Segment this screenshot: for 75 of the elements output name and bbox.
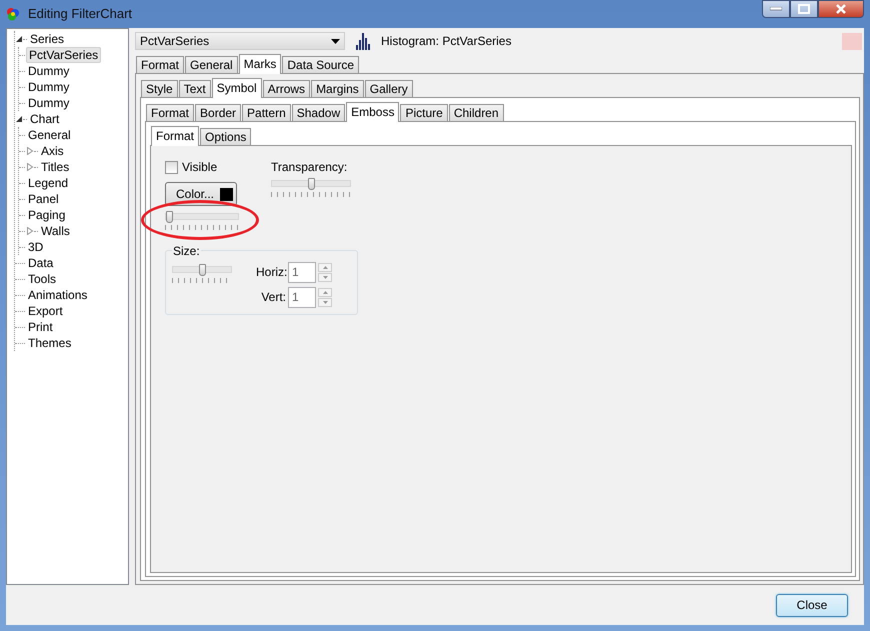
vert-field[interactable]: 1 <box>288 286 316 308</box>
tree-item[interactable]: Data <box>26 256 56 270</box>
tree-item[interactable]: Animations <box>26 288 90 302</box>
transparency-label: Transparency: <box>271 160 348 174</box>
tab[interactable]: General <box>185 56 238 73</box>
tab[interactable]: Arrows <box>262 80 310 97</box>
close-button[interactable]: Close <box>776 594 848 616</box>
tree-item[interactable]: Panel <box>26 192 61 206</box>
tab[interactable]: Gallery <box>364 80 413 97</box>
tree-item[interactable]: Titles <box>39 160 72 174</box>
expand-icon[interactable] <box>26 227 34 235</box>
collapse-icon[interactable] <box>15 35 23 43</box>
collapse-icon[interactable] <box>15 115 23 123</box>
tab[interactable]: Style <box>141 80 178 97</box>
expand-icon[interactable] <box>26 147 34 155</box>
tab[interactable]: Emboss <box>346 102 400 122</box>
tab[interactable]: Picture <box>400 104 448 121</box>
slider-thumb[interactable] <box>308 178 315 190</box>
tab[interactable]: Shadow <box>292 104 346 121</box>
size-label: Size: <box>172 244 201 258</box>
vert-label: Vert: <box>260 290 286 304</box>
tab[interactable]: Symbol <box>212 78 262 98</box>
horiz-field[interactable]: 1 <box>288 262 316 283</box>
close-icon <box>835 4 847 14</box>
tree-item[interactable]: Dummy <box>26 96 72 110</box>
tree-item[interactable]: Export <box>26 304 65 318</box>
tree-item[interactable]: Axis <box>39 144 66 158</box>
color-slider[interactable] <box>165 213 239 220</box>
tree-item[interactable]: Walls <box>39 224 72 238</box>
tab[interactable]: Border <box>195 104 242 121</box>
close-window-button[interactable] <box>818 0 864 18</box>
tree-item[interactable]: PctVarSeries <box>26 46 102 64</box>
tree-item[interactable]: Legend <box>26 176 70 190</box>
visible-checkbox[interactable] <box>165 160 178 174</box>
tab[interactable]: Marks <box>238 54 282 74</box>
horiz-label: Horiz: <box>256 265 286 280</box>
tree-item[interactable]: Paging <box>26 208 68 222</box>
tree-item[interactable]: Print <box>26 320 55 334</box>
tab[interactable]: Format <box>136 56 184 73</box>
dropdown-caret-icon <box>331 38 340 44</box>
tab[interactable]: Format <box>146 104 194 121</box>
tab[interactable]: Options <box>200 128 252 145</box>
series-type-label: Histogram: PctVarSeries <box>381 34 512 48</box>
tree-item[interactable]: Chart <box>28 112 62 126</box>
visible-label: Visible <box>182 160 218 174</box>
window-title: Editing FilterChart <box>28 6 132 22</box>
tree-item[interactable]: Dummy <box>26 64 72 78</box>
histogram-icon <box>355 32 371 50</box>
maximize-button[interactable] <box>790 0 818 18</box>
tab[interactable]: Pattern <box>242 104 291 121</box>
app-icon <box>6 7 20 21</box>
transparency-slider[interactable] <box>271 180 351 188</box>
tab[interactable]: Children <box>448 104 504 121</box>
minimize-icon <box>770 7 782 11</box>
tab[interactable]: Format <box>151 126 200 146</box>
tree-item[interactable]: Tools <box>26 272 58 286</box>
tree-item[interactable]: General <box>26 128 73 142</box>
tree-item[interactable]: Dummy <box>26 80 72 94</box>
tree-item[interactable]: 3D <box>26 240 46 254</box>
size-slider[interactable] <box>172 266 232 273</box>
color-swatch <box>842 32 862 50</box>
spin-buttons[interactable] <box>318 288 332 307</box>
tree-item[interactable]: Themes <box>26 336 74 350</box>
slider-thumb[interactable] <box>199 264 206 276</box>
tree-item[interactable]: Series <box>28 32 66 46</box>
minimize-button[interactable] <box>762 0 790 18</box>
tab[interactable]: Text <box>178 80 211 97</box>
color-button[interactable]: Color... <box>165 182 237 206</box>
series-dropdown[interactable]: PctVarSeries <box>135 32 345 50</box>
maximize-icon <box>798 4 810 14</box>
tab[interactable]: Margins <box>311 80 364 97</box>
tab[interactable]: Data Source <box>282 56 360 73</box>
slider-thumb[interactable] <box>166 211 173 224</box>
spin-buttons[interactable] <box>318 262 332 282</box>
expand-icon[interactable] <box>26 163 34 171</box>
